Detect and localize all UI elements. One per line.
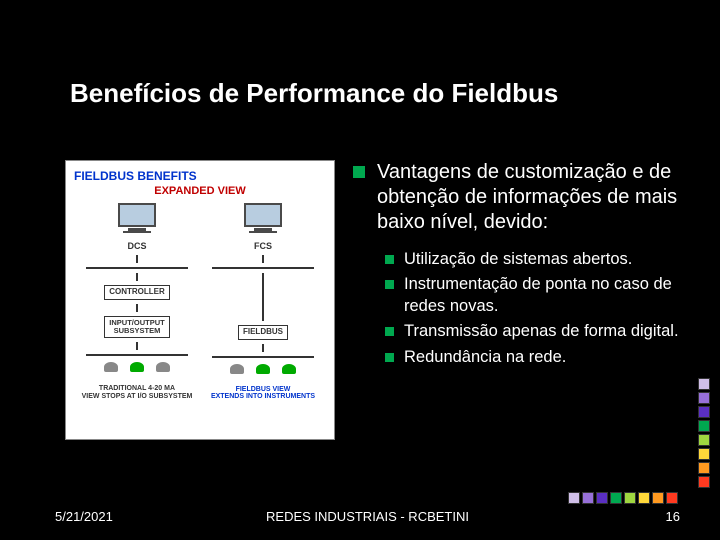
footer-center: REDES INDUSTRIAIS - RCBETINI xyxy=(266,509,469,524)
sub-bullet-text: Instrumentação de ponta no caso de redes… xyxy=(404,274,680,317)
palette-swatch xyxy=(698,462,710,474)
bullet-square-icon xyxy=(353,166,365,178)
sub-bullet-text: Transmissão apenas de forma digital. xyxy=(404,321,679,342)
palette-swatch xyxy=(568,492,580,504)
monitor-icon xyxy=(242,203,284,237)
figure-subheading: EXPANDED VIEW xyxy=(74,185,326,197)
sub-bullet: Redundância na rede. xyxy=(385,347,680,368)
palette-swatch xyxy=(698,406,710,418)
palette-swatch xyxy=(582,492,594,504)
bullet-square-icon xyxy=(385,280,394,289)
figure-heading: FIELDBUS BENEFITS xyxy=(74,169,326,183)
sub-bullet-list: Utilização de sistemas abertos. Instrume… xyxy=(353,249,680,368)
slide: Benefícios de Performance do Fieldbus FI… xyxy=(0,0,720,540)
valve-icon xyxy=(229,364,245,380)
caption-right: FIELDBUS VIEW EXTENDS INTO INSTRUMENTS xyxy=(211,386,315,401)
diagram-right-col: FCS FIELDBUS FIELDBUS VIEW EXTENDS INTO … xyxy=(206,203,319,401)
diagram-body: DCS CONTROLLER INPUT/OUTPUT SUBSYSTEM TR… xyxy=(74,203,326,401)
main-bullet-text: Vantagens de customização e de obtenção … xyxy=(377,160,680,235)
sub-bullet: Utilização de sistemas abertos. xyxy=(385,249,680,270)
valve-icon xyxy=(129,362,145,378)
sub-bullet-text: Utilização de sistemas abertos. xyxy=(404,249,632,270)
valve-icon xyxy=(281,364,297,380)
palette-swatch xyxy=(698,448,710,460)
controller-box: CONTROLLER xyxy=(104,285,170,300)
fieldbus-box: FIELDBUS xyxy=(238,325,288,340)
valve-icon xyxy=(155,362,171,378)
bullet-square-icon xyxy=(385,255,394,264)
slide-content: FIELDBUS BENEFITS EXPANDED VIEW DCS CONT… xyxy=(65,160,680,440)
palette-swatch xyxy=(698,392,710,404)
sub-bullet: Transmissão apenas de forma digital. xyxy=(385,321,680,342)
valve-icon xyxy=(255,364,271,380)
palette-swatch xyxy=(596,492,608,504)
color-strip-vertical xyxy=(698,378,710,488)
sub-bullet-text: Redundância na rede. xyxy=(404,347,566,368)
palette-swatch xyxy=(652,492,664,504)
footer-page: 16 xyxy=(666,509,680,524)
main-bullet: Vantagens de customização e de obtenção … xyxy=(353,160,680,235)
footer: 5/21/2021 REDES INDUSTRIAIS - RCBETINI 1… xyxy=(55,509,680,524)
dcs-label: DCS xyxy=(127,241,146,251)
text-column: Vantagens de customização e de obtenção … xyxy=(353,160,680,440)
bullet-square-icon xyxy=(385,327,394,336)
io-box: INPUT/OUTPUT SUBSYSTEM xyxy=(104,316,169,339)
palette-swatch xyxy=(638,492,650,504)
monitor-icon xyxy=(116,203,158,237)
valves-right xyxy=(229,364,297,380)
palette-swatch xyxy=(624,492,636,504)
valves-left xyxy=(103,362,171,378)
valve-icon xyxy=(103,362,119,378)
slide-title: Benefícios de Performance do Fieldbus xyxy=(70,78,680,109)
palette-swatch xyxy=(666,492,678,504)
palette-swatch xyxy=(698,476,710,488)
palette-swatch xyxy=(698,378,710,390)
caption-left: TRADITIONAL 4-20 MA VIEW STOPS AT I/O SU… xyxy=(82,385,193,400)
diagram-figure: FIELDBUS BENEFITS EXPANDED VIEW DCS CONT… xyxy=(65,160,335,440)
palette-swatch xyxy=(698,434,710,446)
bullet-square-icon xyxy=(385,353,394,362)
palette-swatch xyxy=(698,420,710,432)
diagram-left-col: DCS CONTROLLER INPUT/OUTPUT SUBSYSTEM TR… xyxy=(80,203,193,401)
footer-date: 5/21/2021 xyxy=(55,509,113,524)
palette-swatch xyxy=(610,492,622,504)
color-strip-horizontal xyxy=(568,492,678,504)
fcs-label: FCS xyxy=(254,241,272,251)
sub-bullet: Instrumentação de ponta no caso de redes… xyxy=(385,274,680,317)
